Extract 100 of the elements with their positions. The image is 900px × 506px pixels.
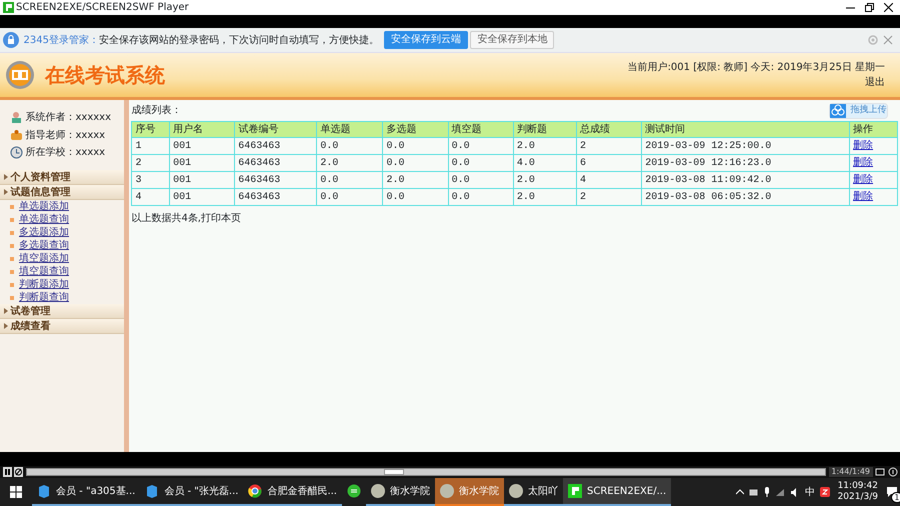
menu-link[interactable]: 多选题添加 [19,225,69,240]
table-cell: 1 [132,138,170,154]
user-info-text: 当前用户:001 [权限: 教师] 今天: 2019年3月25日 星期一 [628,60,885,75]
caret-icon [4,174,8,180]
table-cell: 4 [132,188,170,206]
table-cell: 2.0 [513,138,577,154]
window-title: SCREEN2EXE/SCREEN2SWF Player [16,1,189,15]
table-cell: 001 [170,172,235,188]
table-cell: 0.0 [316,188,383,206]
pause-icon[interactable] [2,467,12,477]
table-cell: 6463463 [234,138,317,154]
info-text: 所在学校：xxxxx [26,146,106,160]
taskbar-button[interactable]: 合肥金香醋民... [243,478,342,506]
table-cell: 6463463 [234,188,317,206]
column-header: 操作 [850,122,897,138]
mute-icon[interactable] [14,467,23,477]
player-logo-icon [568,484,582,498]
close-icon[interactable] [884,3,892,12]
column-header: 判断题 [513,122,577,138]
browser-icon [248,484,262,498]
table-cell: 0.0 [448,172,514,188]
bullet-icon [10,244,14,248]
time-text: 1:44/1:49 [828,467,872,477]
menu-header[interactable]: 个人资料管理 [0,170,124,185]
menu-header[interactable]: 试卷管理 [0,304,124,319]
table-cell: 6463463 [234,154,317,172]
table-cell: 0.0 [382,188,448,206]
column-header: 填空题 [448,122,514,138]
table-cell: 0.0 [316,172,383,188]
info-text: 系统作者：xxxxxx [26,110,112,125]
table-cell: 001 [170,154,235,172]
menu-link[interactable]: 填空题查询 [19,264,69,279]
progress-thumb[interactable] [384,469,404,475]
table-cell: 0.0 [316,138,383,154]
chevron-up-icon[interactable] [736,489,744,495]
start-icon[interactable] [10,486,22,498]
table-cell: 0.0 [382,138,448,154]
list-title: 成绩列表： [131,104,182,118]
restore-icon[interactable] [864,3,874,12]
column-header: 测试时间 [642,122,850,138]
logout-link[interactable]: 退出 [865,75,885,90]
menu-link[interactable]: 判断题查询 [19,290,69,305]
taskbar-button[interactable]: 会员 - "张光磊... [140,478,244,506]
table-cell: 2.0 [382,172,448,188]
lock-icon [2,32,18,48]
table-cell: 2 [132,154,170,172]
table-cell: 0.0 [448,154,514,172]
info-icon[interactable] [888,467,898,477]
table-cell: 2.0 [316,154,383,172]
avatar-icon [508,484,523,498]
bullet-icon [10,270,14,274]
taskbar-button[interactable]: 会员 - "a305基... [32,478,140,506]
save-button[interactable]: 安全保存到本地 [470,31,554,49]
bullet-icon [10,256,14,260]
ime-indicator[interactable]: 中 [805,484,816,500]
table-cell: 2019-03-08 11:09:42.0 [642,172,850,188]
column-header: 用户名 [170,122,235,138]
clock[interactable]: 11:09:42 2021/3/9 [835,480,880,504]
password-prompt-text: 2345登录管家：安全保存该网站的登录密码，下次访问时自动填写，方便快捷。 [24,34,379,48]
table-cell: 6 [576,154,642,172]
battery-icon[interactable] [749,488,760,496]
caret-icon [4,308,8,314]
menu-header[interactable]: 成绩查看 [0,319,124,334]
avatar-icon [440,484,454,498]
cloud-icon [830,104,846,118]
bullet-icon [10,218,14,222]
menu-header[interactable]: 试题信息管理 [0,185,124,200]
column-header: 试卷编号 [234,122,317,138]
notification-icon[interactable] [886,486,898,498]
table-cell: 2 [576,138,642,154]
column-header: 多选题 [382,122,448,138]
school-icon [10,146,23,159]
menu-link[interactable]: 单选题添加 [19,199,69,214]
circle-app-icon [346,484,361,498]
fullscreen-icon[interactable] [875,467,885,477]
menu-link[interactable]: 判断题添加 [19,277,69,292]
table-cell: 6463463 [234,172,317,188]
table-cell: 0.0 [382,154,448,172]
menu-link[interactable]: 填空题添加 [19,251,69,266]
notification-count: 1 [891,492,900,503]
table-cell: 3 [132,172,170,188]
table-cell: 001 [170,188,235,206]
column-header: 总成绩 [576,122,642,138]
taskbar-button[interactable]: 衡水学院 [434,478,504,506]
wifi-icon[interactable] [775,488,786,496]
microphone-icon[interactable] [764,487,770,497]
table-cell: 2.0 [513,188,577,206]
menu-link[interactable]: 多选题查询 [19,238,69,253]
column-header: 单选题 [316,122,383,138]
table-cell: 4 [576,172,642,188]
bullet-icon [10,282,14,286]
input-method-icon[interactable] [820,487,830,497]
table-cell: 001 [170,138,235,154]
info-text: 指导老师：xxxxx [26,128,106,142]
taskbar-button[interactable]: SCREEN2EXE/... [562,478,672,506]
table-cell: 0.0 [448,188,514,206]
table-cell: 2019-03-08 06:05:32.0 [642,188,850,206]
summary-text: 以上数据共4条,打印本页 [131,212,242,226]
menu-link[interactable]: 单选题查询 [19,212,69,227]
author-icon [10,111,23,124]
